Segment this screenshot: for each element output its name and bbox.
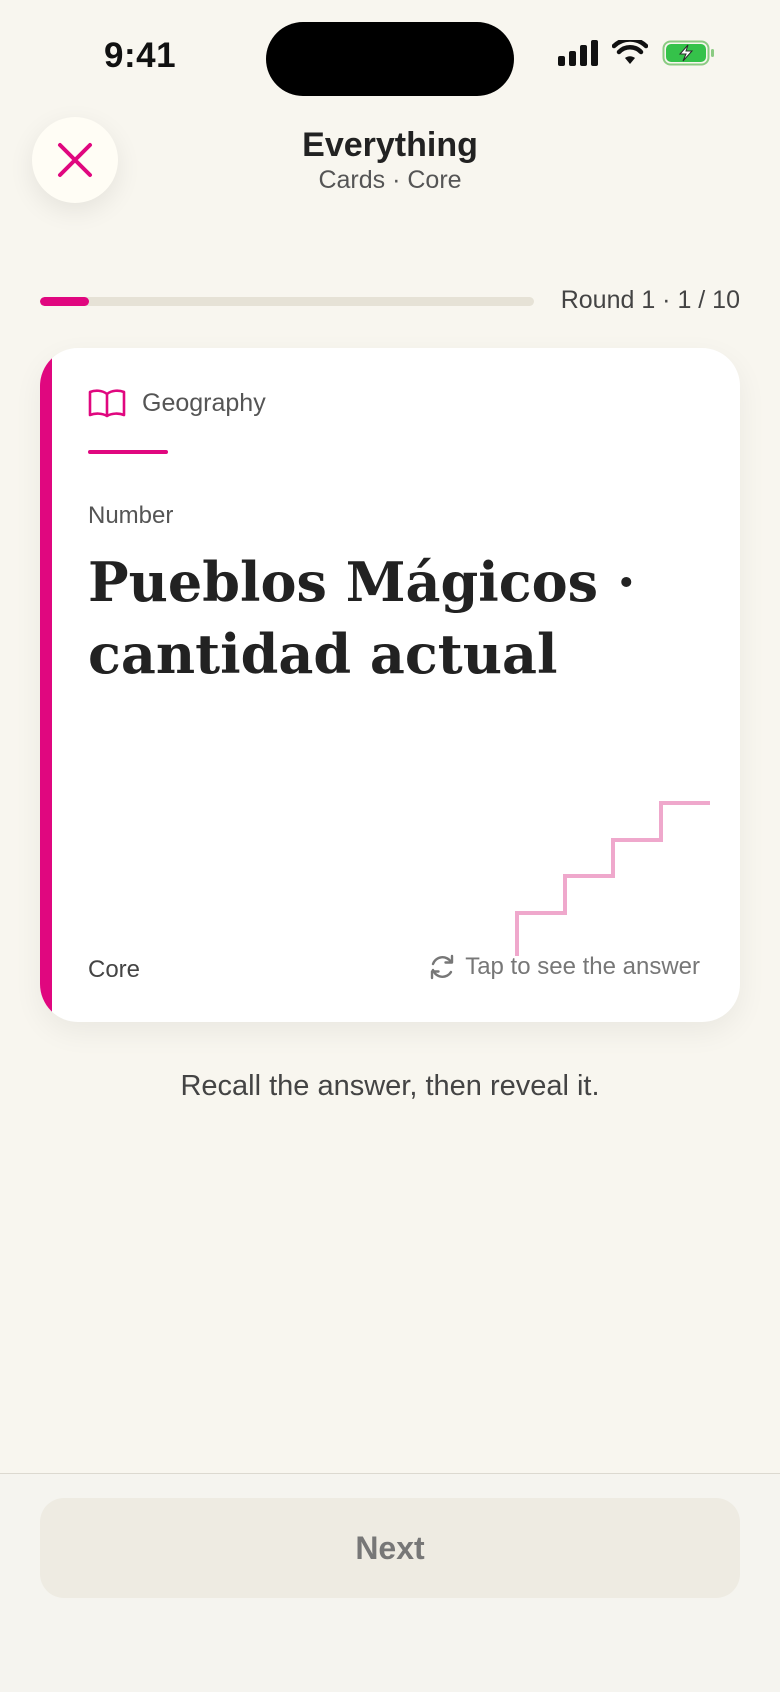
- card-topic-label: Geography: [142, 388, 266, 417]
- next-button[interactable]: Next: [40, 1498, 740, 1598]
- footer-bar: Next: [0, 1473, 780, 1692]
- wifi-icon: [612, 40, 648, 64]
- cellular-signal-icon: [558, 40, 598, 66]
- card-level: Core: [88, 956, 141, 983]
- instruction-text: Recall the answer, then reveal it.: [180, 1070, 600, 1102]
- card-type: Number: [88, 502, 174, 529]
- card-question: Pueblos Mágicos · cantidad actual: [88, 550, 636, 686]
- progress-bar: [40, 297, 534, 306]
- card-accent-stripe: [40, 348, 52, 1022]
- card-topic: Geography: [88, 388, 266, 418]
- reveal-hint-label: Tap to see the answer: [465, 953, 700, 980]
- dynamic-island: [266, 22, 514, 96]
- stairs-icon: [515, 801, 710, 956]
- flashcard[interactable]: Geography Number Pueblos Mágicos · canti…: [40, 348, 740, 1022]
- progress-fill: [40, 297, 90, 306]
- topic-underline: [88, 450, 168, 454]
- book-icon: [88, 389, 126, 418]
- progress-label: Round 1 · 1 / 10: [560, 286, 740, 314]
- reveal-hint[interactable]: Tap to see the answer: [427, 952, 700, 982]
- status-time: 9:41: [104, 36, 177, 75]
- page-title: Everything: [302, 126, 478, 164]
- battery-charging-icon: [662, 40, 714, 66]
- refresh-icon: [430, 954, 454, 980]
- status-icons: [558, 40, 716, 66]
- page-subtitle: Cards · Core: [318, 166, 462, 194]
